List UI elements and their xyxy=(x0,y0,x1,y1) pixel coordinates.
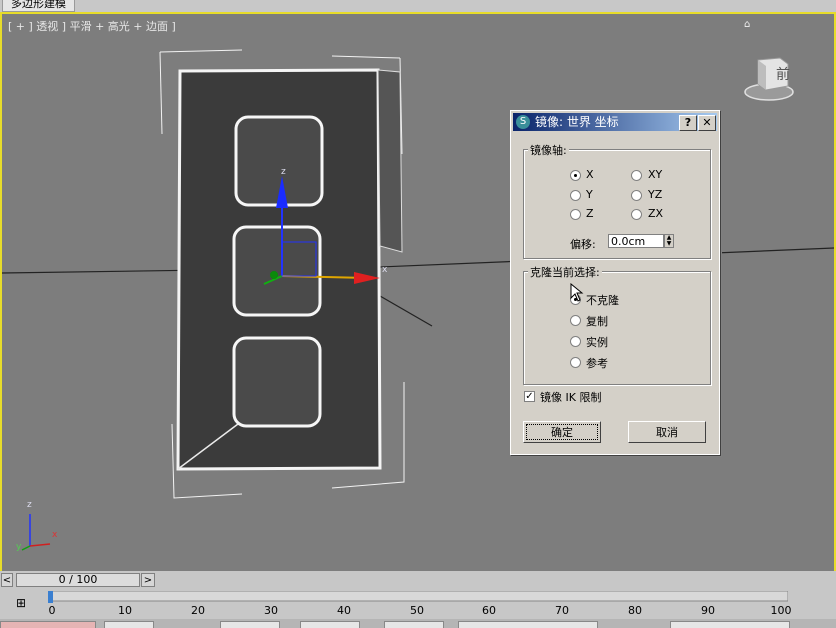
x-coordinate-field[interactable] xyxy=(220,621,280,628)
clone-selection-group: 克隆当前选择: 不克隆 复制 实例 参考 xyxy=(523,264,711,385)
radio-axis-xy-label[interactable]: XY xyxy=(648,168,662,181)
z-coordinate-field[interactable] xyxy=(384,621,444,628)
next-frame-button[interactable]: > xyxy=(141,573,155,587)
radio-axis-zx-label[interactable]: ZX xyxy=(648,207,663,220)
svg-text:x: x xyxy=(382,265,388,275)
svg-text:z: z xyxy=(281,167,286,177)
tripod-z-label: z xyxy=(27,500,32,510)
radio-axis-z[interactable] xyxy=(570,209,581,220)
window-opening-bottom[interactable] xyxy=(232,336,322,428)
app-icon: S xyxy=(516,115,530,129)
radio-copy-label[interactable]: 复制 xyxy=(586,313,608,329)
mirror-ik-label[interactable]: 镜像 IK 限制 xyxy=(540,389,601,405)
ruler-label: 0 xyxy=(48,604,56,617)
curve-editor-icon[interactable]: ⊞ xyxy=(10,595,32,611)
ruler-label: 50 xyxy=(410,604,424,617)
radio-axis-x[interactable] xyxy=(570,170,581,181)
radio-copy[interactable] xyxy=(570,315,581,326)
radio-reference[interactable] xyxy=(570,357,581,368)
ruler-label: 20 xyxy=(191,604,205,617)
ruler-label: 30 xyxy=(264,604,278,617)
prev-frame-button[interactable]: < xyxy=(1,573,13,587)
dialog-title-bar[interactable]: S 镜像: 世界 坐标 ? ✕ xyxy=(513,113,717,131)
time-slider[interactable]: 0 / 100 xyxy=(16,573,140,587)
radio-axis-xy[interactable] xyxy=(631,170,642,181)
ruler-label: 40 xyxy=(337,604,351,617)
ruler-label: 70 xyxy=(555,604,569,617)
mouse-cursor-icon xyxy=(570,283,584,302)
offset-spinner[interactable]: ▲ ▼ xyxy=(664,234,674,248)
clone-selection-legend: 克隆当前选择: xyxy=(528,264,602,280)
ruler-label: 80 xyxy=(628,604,642,617)
selection-set-field[interactable] xyxy=(670,621,790,628)
status-field[interactable] xyxy=(104,621,154,628)
viewport-label[interactable]: [ + ] 透视 ] 平滑 + 高光 + 边面 ] xyxy=(8,18,176,34)
window-opening-middle[interactable] xyxy=(232,225,322,317)
mirror-axis-legend: 镜像轴: xyxy=(528,142,569,158)
radio-axis-zx[interactable] xyxy=(631,209,642,220)
tripod-y-label: y xyxy=(16,542,22,552)
ok-button[interactable]: 确定 xyxy=(523,421,601,443)
ruler-label: 10 xyxy=(118,604,132,617)
document-tab[interactable]: 多边形建模 xyxy=(2,0,75,12)
axis-tripod xyxy=(21,514,51,551)
radio-reference-label[interactable]: 参考 xyxy=(586,355,608,371)
tripod-x-label: x xyxy=(52,530,58,540)
help-button[interactable]: ? xyxy=(679,115,697,131)
close-button[interactable]: ✕ xyxy=(698,115,716,131)
y-coordinate-field[interactable] xyxy=(300,621,360,628)
grid-field[interactable] xyxy=(458,621,598,628)
time-slider-bar: < 0 / 100 > xyxy=(0,571,836,589)
ruler-label: 100 xyxy=(770,604,792,617)
radio-axis-z-label[interactable]: Z xyxy=(586,207,594,220)
ruler-label: 60 xyxy=(482,604,496,617)
offset-label: 偏移: xyxy=(570,238,596,251)
maxscript-listener[interactable] xyxy=(0,621,96,628)
track-bar: ⊞ 0 10 20 30 40 50 60 70 80 90 100 xyxy=(0,589,836,619)
radio-axis-yz[interactable] xyxy=(631,190,642,201)
offset-input[interactable]: 0.0cm xyxy=(608,234,664,248)
grid-axis-line xyxy=(379,295,433,327)
mirror-dialog: S 镜像: 世界 坐标 ? ✕ 镜像轴: X XY Y YZ Z ZX 偏移: … xyxy=(510,110,720,455)
frame-ruler[interactable] xyxy=(48,591,788,605)
mirror-axis-group: 镜像轴: X XY Y YZ Z ZX 偏移: 0.0cm ▲ ▼ xyxy=(523,142,711,259)
ruler-label: 90 xyxy=(701,604,715,617)
panel-side-face xyxy=(377,69,403,253)
status-bar xyxy=(0,619,836,628)
radio-instance[interactable] xyxy=(570,336,581,347)
home-icon[interactable]: ⌂ xyxy=(744,19,750,30)
radio-axis-y-label[interactable]: Y xyxy=(586,188,593,201)
cancel-button[interactable]: 取消 xyxy=(628,421,706,443)
tab-strip: 多边形建模 xyxy=(0,0,836,12)
radio-axis-y[interactable] xyxy=(570,190,581,201)
dialog-title: 镜像: 世界 坐标 xyxy=(535,115,619,129)
radio-instance-label[interactable]: 实例 xyxy=(586,334,608,350)
radio-axis-yz-label[interactable]: YZ xyxy=(648,188,662,201)
mirror-ik-checkbox[interactable]: ✓ xyxy=(524,391,535,402)
radio-no-clone-label[interactable]: 不克隆 xyxy=(586,292,619,308)
radio-axis-x-label[interactable]: X xyxy=(586,168,594,181)
window-opening-top[interactable] xyxy=(234,115,324,207)
viewcube-face-label: 前 xyxy=(776,67,790,83)
